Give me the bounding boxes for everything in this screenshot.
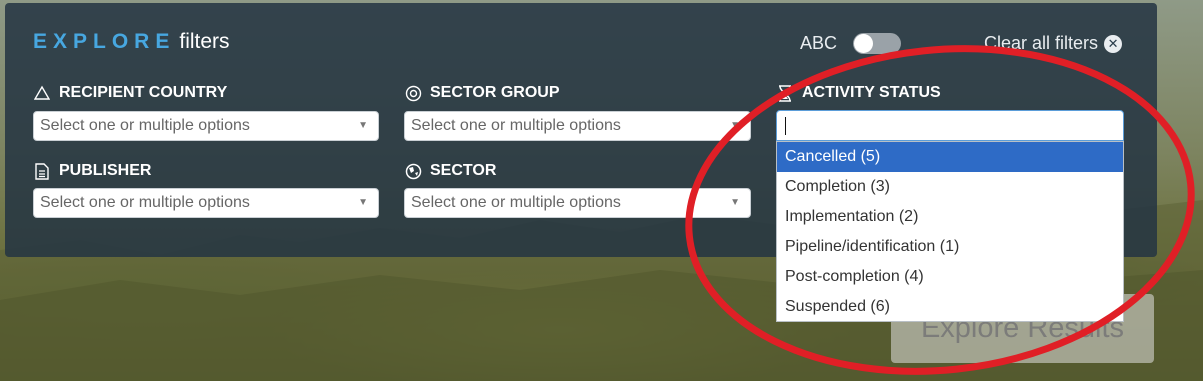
sector-label: SECTOR <box>404 162 496 180</box>
title-filters: filters <box>179 30 230 53</box>
recipient-country-label: RECIPIENT COUNTRY <box>33 84 227 102</box>
recipient-country-select[interactable]: Select one or multiple options ▼ <box>33 111 379 141</box>
abc-label: ABC <box>800 33 838 53</box>
dropdown-option[interactable]: Suspended (6) <box>777 292 1123 321</box>
document-icon <box>33 162 51 180</box>
chevron-down-icon: ▼ <box>358 120 368 131</box>
chevron-down-icon: ▼ <box>730 120 740 131</box>
sector-group-text: SECTOR GROUP <box>430 84 560 101</box>
activity-status-text: ACTIVITY STATUS <box>802 84 941 101</box>
chevron-down-icon: ▼ <box>730 197 740 208</box>
clear-all-label: Clear all filters <box>984 33 1099 53</box>
dropdown-option[interactable]: Completion (3) <box>777 172 1123 202</box>
recipient-country-text: RECIPIENT COUNTRY <box>59 84 228 101</box>
sector-text: SECTOR <box>430 162 497 179</box>
dropdown-option[interactable]: Pipeline/identification (1) <box>777 232 1123 262</box>
close-circle-icon: ✕ <box>1104 35 1123 53</box>
recipient-country-placeholder: Select one or multiple options <box>40 117 250 134</box>
publisher-label: PUBLISHER <box>33 162 151 180</box>
triangle-icon <box>33 84 51 102</box>
activity-status-dropdown: Cancelled (5) Completion (3) Implementat… <box>776 141 1124 322</box>
title-explore: EXPLORE <box>33 30 176 53</box>
text-caret <box>785 117 786 135</box>
sector-group-placeholder: Select one or multiple options <box>411 117 621 134</box>
panel-title: EXPLORE filters <box>33 30 230 54</box>
globe-icon <box>404 162 422 180</box>
publisher-text: PUBLISHER <box>59 162 152 179</box>
hourglass-icon <box>776 84 794 102</box>
publisher-placeholder: Select one or multiple options <box>40 194 250 211</box>
toggle-knob <box>854 34 873 53</box>
sector-select[interactable]: Select one or multiple options ▼ <box>404 188 751 218</box>
abc-toggle[interactable] <box>853 33 901 54</box>
publisher-select[interactable]: Select one or multiple options ▼ <box>33 188 379 218</box>
dropdown-option[interactable]: Cancelled (5) <box>777 142 1123 172</box>
sector-group-select[interactable]: Select one or multiple options ▼ <box>404 111 751 141</box>
clear-all-filters-button[interactable]: Clear all filters ✕ <box>984 33 1123 54</box>
dropdown-option[interactable]: Implementation (2) <box>777 202 1123 232</box>
chevron-down-icon: ▼ <box>358 197 368 208</box>
dropdown-option[interactable]: Post-completion (4) <box>777 262 1123 292</box>
target-icon <box>404 84 422 102</box>
activity-status-search-input[interactable] <box>776 110 1124 141</box>
activity-status-label: ACTIVITY STATUS <box>776 84 941 102</box>
sector-placeholder: Select one or multiple options <box>411 194 621 211</box>
sector-group-label: SECTOR GROUP <box>404 84 560 102</box>
